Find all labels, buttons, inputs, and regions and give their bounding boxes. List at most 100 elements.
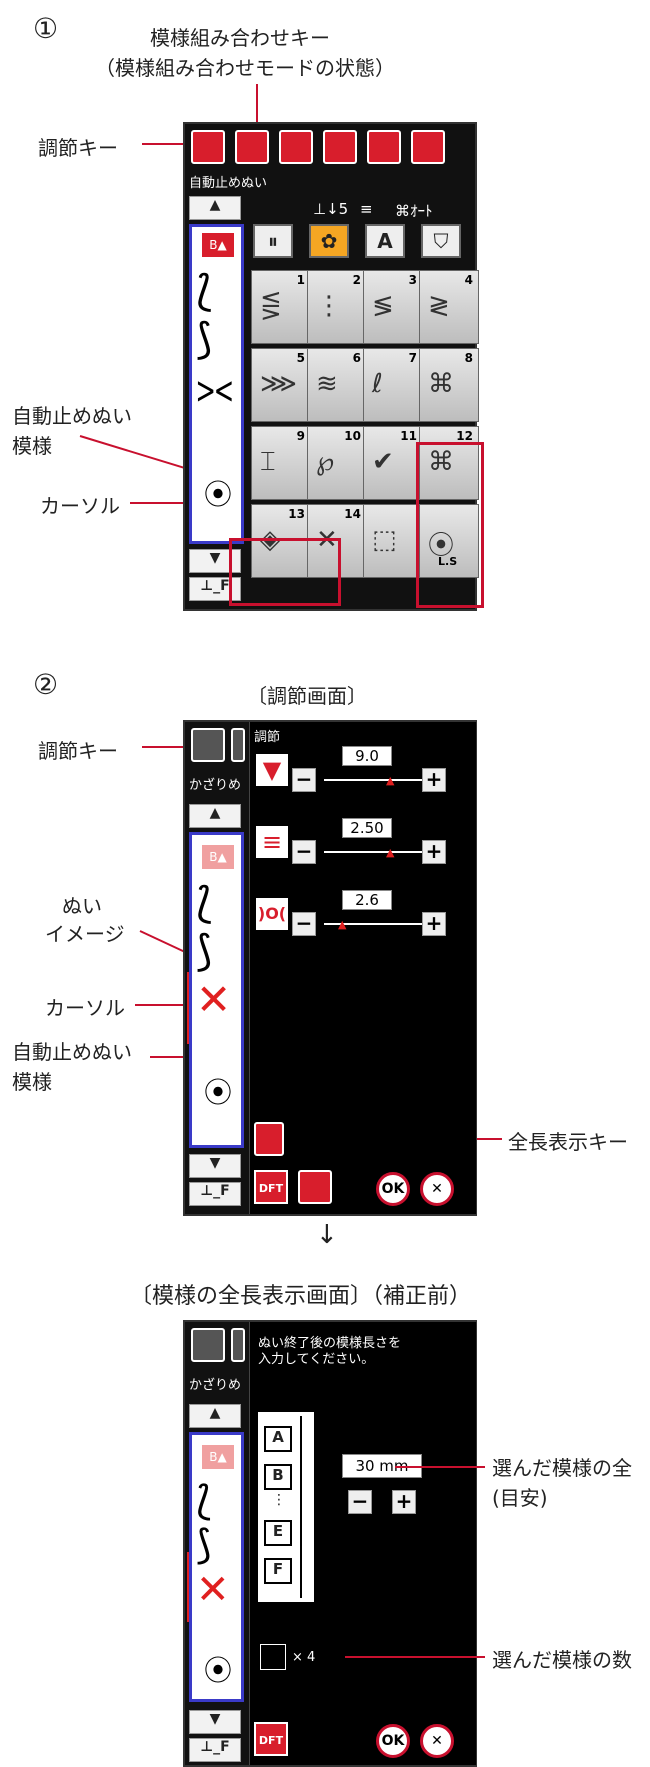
length-arrow xyxy=(300,1416,302,1598)
scroll-up-button[interactable]: ▲ xyxy=(189,1404,241,1428)
scroll-up-button[interactable]: ▲ xyxy=(189,196,241,220)
dft-button[interactable]: DFT xyxy=(254,1722,288,1756)
combo-mode-icon: B▲ xyxy=(202,1445,234,1469)
combo-key-button[interactable] xyxy=(235,130,269,164)
length-slider-thumb[interactable]: ▲ xyxy=(386,846,394,859)
pattern-key-9[interactable]: 9 ⌶ xyxy=(251,426,311,500)
stitch-image: ⟅ ⟆ ⪥ xyxy=(196,266,233,411)
pattern-key-3[interactable]: 3 ≶ xyxy=(363,270,423,344)
tension-slider-thumb[interactable]: ▲ xyxy=(338,918,346,931)
pattern-key-number: 13 xyxy=(288,507,305,521)
pattern-stitch-icon: ℘ xyxy=(316,447,335,477)
pattern-key-10[interactable]: 10 ℘ xyxy=(307,426,367,500)
pattern-key-number: 9 xyxy=(296,429,305,443)
selected-stitch-image: ✕ xyxy=(196,1567,230,1613)
pattern-key-number: 2 xyxy=(352,273,361,287)
length-plus-button[interactable]: + xyxy=(422,840,446,864)
tension-minus-button[interactable]: − xyxy=(292,912,316,936)
cursor-bar xyxy=(189,424,191,544)
combo-key-button[interactable] xyxy=(231,728,245,762)
pattern-stitch-icon: ≋ xyxy=(316,369,338,399)
stitch-image: ⟅ ⟆ xyxy=(196,1478,212,1568)
pattern-key-2[interactable]: 2 ⋮ xyxy=(307,270,367,344)
pattern-sequence-diagram: A B ⋮ E F xyxy=(258,1412,314,1602)
ok-button[interactable]: OK xyxy=(376,1724,410,1758)
mirror-icon[interactable] xyxy=(279,130,313,164)
flip-icon[interactable] xyxy=(323,130,357,164)
tab-utility[interactable]: ⏸ xyxy=(253,224,293,258)
pattern-key-1[interactable]: 1 ⋚ xyxy=(251,270,311,344)
scroll-down-button[interactable]: ▼ xyxy=(189,1154,241,1178)
pattern-key-number: 11 xyxy=(400,429,417,443)
delete-icon[interactable] xyxy=(367,130,401,164)
length-value: 2.50 xyxy=(342,818,392,838)
pattern-key-number: 5 xyxy=(296,351,305,365)
stitch-image-label: ぬい xyxy=(62,894,102,918)
width-slider-track[interactable] xyxy=(324,779,424,781)
length-slider-track[interactable] xyxy=(324,851,424,853)
step-number-1: ① xyxy=(33,12,59,45)
adjust-key-button[interactable] xyxy=(191,728,225,762)
tab-quilt[interactable]: ⛉ xyxy=(421,224,461,258)
adjust-key-label: 調節キー xyxy=(38,136,118,160)
tab-letters[interactable]: A xyxy=(365,224,405,258)
screen-title: 自動止めぬい xyxy=(189,176,268,191)
pattern-key-8[interactable]: 8 ⌘ xyxy=(419,348,479,422)
tension-value: 2.6 xyxy=(342,890,392,910)
scroll-down-button[interactable]: ▼ xyxy=(189,1710,241,1734)
stitch-preview-column: B▲ ⟅ ⟆ ✕ ⦿ xyxy=(189,1432,244,1702)
pattern-key-number: 7 xyxy=(408,351,417,365)
tab-decorative[interactable]: ✿ xyxy=(309,224,349,258)
pattern-key-number: 12 xyxy=(456,429,473,443)
tension-plus-button[interactable]: + xyxy=(422,912,446,936)
cursor-label: カーソル xyxy=(40,494,120,518)
adjust-key-leader xyxy=(142,143,186,145)
cursor-bar xyxy=(187,1552,189,1622)
length-plus-button[interactable]: + xyxy=(392,1490,416,1514)
side-title: かざりめ xyxy=(189,1378,242,1393)
adjust-key-leader-2 xyxy=(142,746,186,748)
stitch-width-icon: ▼ xyxy=(256,754,288,786)
cancel-button[interactable]: ✕ xyxy=(420,1724,454,1758)
width-slider-thumb[interactable]: ▲ xyxy=(386,774,394,787)
length-minus-button[interactable]: − xyxy=(348,1490,372,1514)
selected-length-sublabel: (目安) xyxy=(492,1486,548,1510)
dft-button[interactable]: DFT xyxy=(254,1170,288,1204)
full-length-screen: かざりめ ▲ B▲ ⟅ ⟆ ✕ ⦿ ▼ ⊥_F ぬい終了後の模様長さを 入力してく… xyxy=(183,1320,477,1767)
down-arrow: ↓ xyxy=(316,1220,338,1250)
pattern-key-7[interactable]: 7ℓ xyxy=(363,348,423,422)
cancel-button[interactable]: ✕ xyxy=(420,1172,454,1206)
length-minus-button[interactable]: − xyxy=(292,840,316,864)
adjust-header: 調節 xyxy=(254,730,281,745)
presser-foot-status: ⊥↓5 xyxy=(313,200,349,218)
memory-icon[interactable] xyxy=(411,130,445,164)
cursor-leader-2 xyxy=(135,1004,185,1006)
pattern-stitch-icon: ✔ xyxy=(372,447,394,477)
auto-stop-label-2: 自動止めぬい xyxy=(12,1040,132,1064)
scroll-up-button[interactable]: ▲ xyxy=(189,804,241,828)
adjust-key-button[interactable] xyxy=(191,130,225,164)
ok-button[interactable]: OK xyxy=(376,1172,410,1206)
pattern-key-5[interactable]: 5 ⋙ xyxy=(251,348,311,422)
width-minus-button[interactable]: − xyxy=(292,768,316,792)
letter-a: A xyxy=(264,1426,292,1452)
pattern-key-15[interactable]: ⬚ xyxy=(363,504,423,578)
pattern-key-number: 1 xyxy=(296,273,305,287)
reverse-icon[interactable] xyxy=(298,1170,332,1204)
stitch-preview-column: B▲ ⟅ ⟆ ⪥ ⦿ xyxy=(189,224,244,544)
pattern-stitch-icon: ≶ xyxy=(372,291,394,321)
pattern-key-6[interactable]: 6 ≋ xyxy=(307,348,367,422)
presser-foot-icon: ⊥_F xyxy=(189,1182,241,1206)
width-plus-button[interactable]: + xyxy=(422,768,446,792)
instruction-line-2: 入力してください。 xyxy=(258,1352,375,1367)
full-length-key-label: 全長表示キー xyxy=(508,1130,628,1154)
pattern-key-11[interactable]: 11 ✔ xyxy=(363,426,423,500)
auto-stop-pattern-icon: ⦿ xyxy=(204,1654,233,1687)
pattern-key-number: 8 xyxy=(464,351,473,365)
combo-key-button[interactable] xyxy=(231,1328,245,1362)
full-length-key-button[interactable] xyxy=(254,1122,284,1156)
pattern-key-4[interactable]: 4 ≷ xyxy=(419,270,479,344)
thread-cutter-status: ⌘ｵｰﾄ xyxy=(395,202,433,220)
cursor-label-2: カーソル xyxy=(45,996,125,1020)
adjust-key-button[interactable] xyxy=(191,1328,225,1362)
